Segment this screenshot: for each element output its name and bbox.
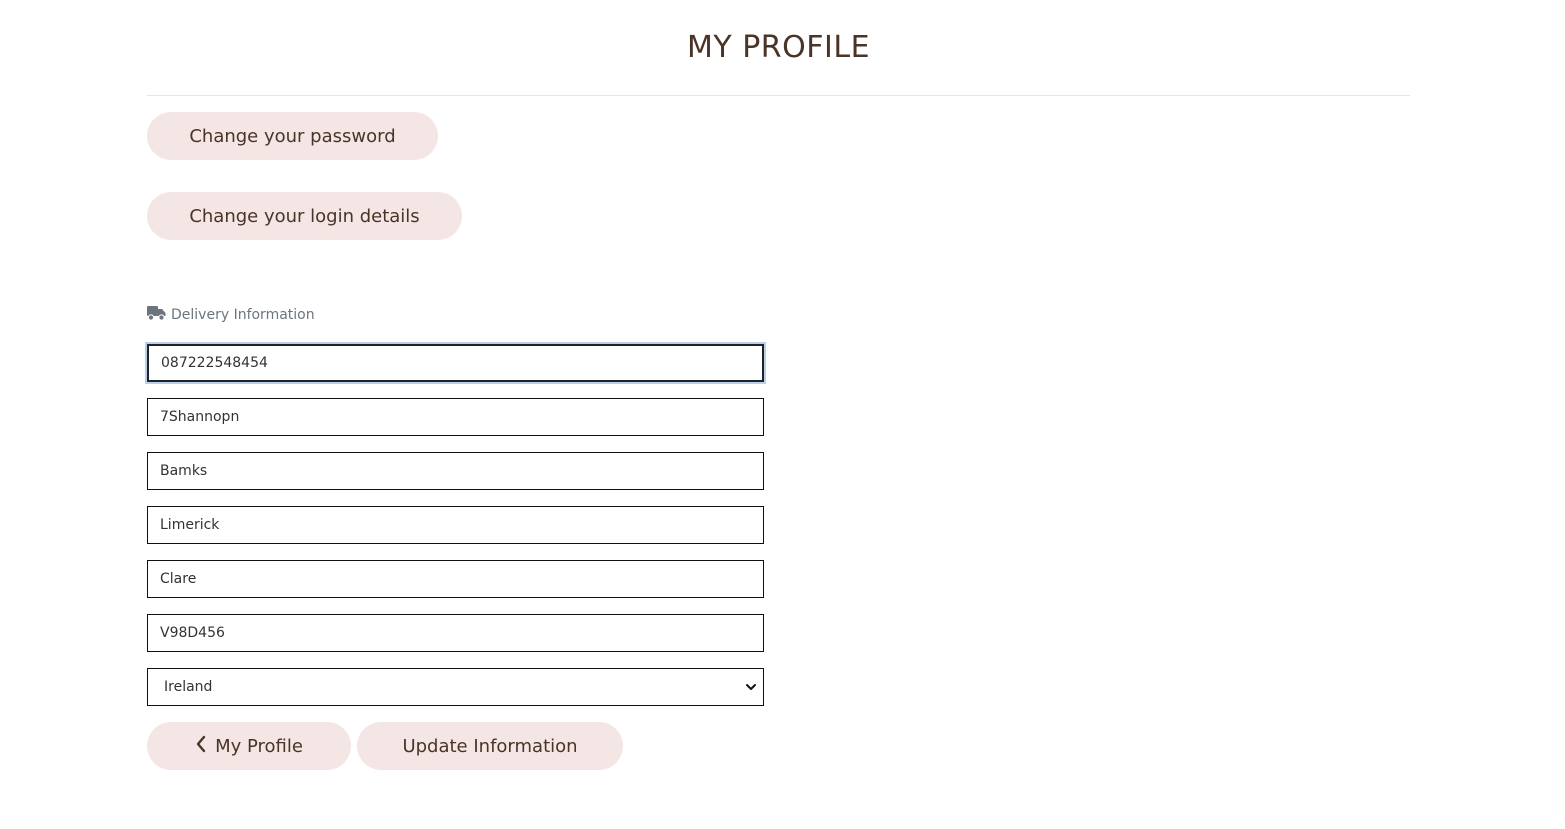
change-login-details-button[interactable]: Change your login details [147,192,462,240]
town-city-input[interactable] [147,506,764,544]
page-title: MY PROFILE [686,30,871,65]
phone-number-input[interactable] [147,344,764,382]
county-input[interactable] [147,560,764,598]
postcode-input[interactable] [147,614,764,652]
country-selected-value: Ireland [164,679,213,695]
delivery-information-label: Delivery Information [171,307,315,323]
chevron-left-icon [195,735,207,758]
street-address2-input[interactable] [147,452,764,490]
change-password-button[interactable]: Change your password [147,112,438,160]
update-information-button[interactable]: Update Information [357,722,623,770]
country-select[interactable]: Ireland [147,668,764,706]
street-address1-input[interactable] [147,398,764,436]
chevron-down-icon [745,678,757,697]
back-to-profile-button[interactable]: My Profile [147,722,351,770]
title-divider [147,95,1410,96]
delivery-information-heading: Delivery Information [147,305,315,325]
back-button-label: My Profile [215,735,303,757]
truck-icon [147,305,171,325]
